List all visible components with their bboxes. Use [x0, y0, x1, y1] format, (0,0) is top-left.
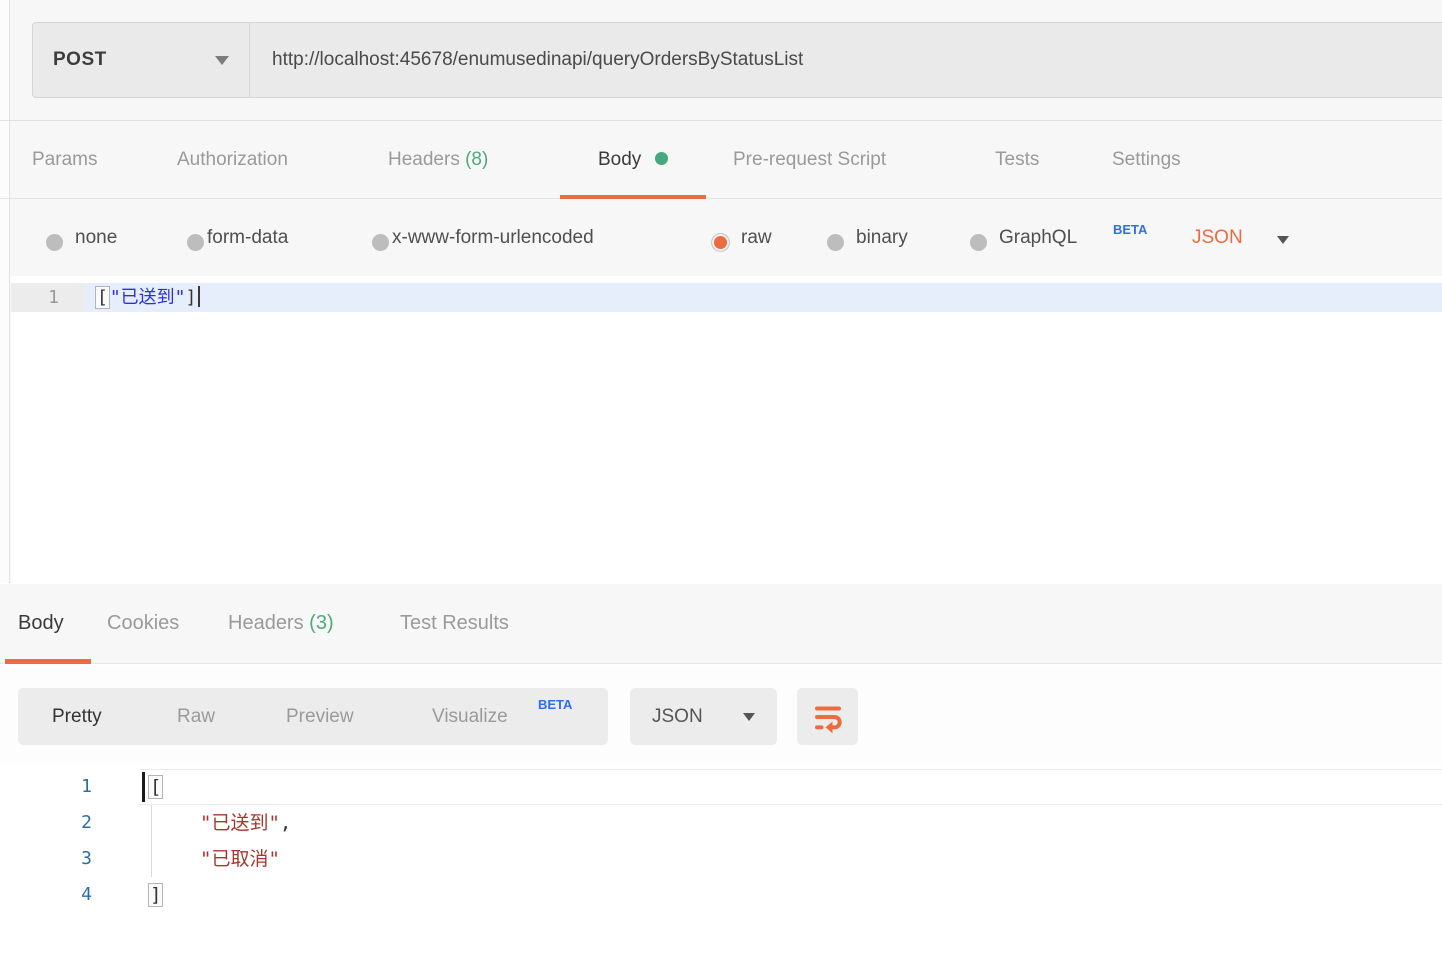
tab-label: Headers	[228, 612, 304, 634]
radio-label-graphql[interactable]: GraphQL	[999, 200, 1077, 276]
code-text: "已取消"	[200, 841, 280, 877]
request-body-editor[interactable]: 1 ["已送到"]	[11, 276, 1442, 583]
line-number: 4	[0, 877, 92, 913]
editor-active-line	[85, 283, 1442, 312]
request-tabs: Params Authorization Headers (8) Body Pr…	[0, 120, 1442, 199]
tab-settings[interactable]: Settings	[1112, 121, 1181, 199]
radio-graphql[interactable]	[970, 234, 987, 251]
raw-language-dropdown[interactable]: JSON	[1192, 200, 1243, 276]
tab-label: Headers	[388, 149, 460, 170]
radio-label-form-data[interactable]: form-data	[207, 200, 288, 276]
visualize-beta-badge: BETA	[538, 697, 572, 712]
radio-form-data[interactable]	[187, 234, 204, 251]
comma-token: ,	[280, 812, 291, 834]
postman-window: POST http://localhost:45678/enumusedinap…	[0, 0, 1442, 974]
radio-label-none[interactable]: none	[75, 200, 117, 276]
string-token: "已取消"	[200, 848, 280, 870]
line-number: 3	[0, 841, 92, 877]
active-response-tab-underline	[5, 659, 91, 664]
chevron-down-icon	[743, 713, 755, 721]
string-token: "已送到"	[200, 812, 280, 834]
request-pane: POST http://localhost:45678/enumusedinap…	[0, 0, 1442, 583]
url-input[interactable]: http://localhost:45678/enumusedinapi/que…	[250, 22, 1442, 98]
chevron-down-icon[interactable]	[1277, 236, 1289, 244]
response-tab-test-results[interactable]: Test Results	[400, 584, 509, 663]
body-set-dot-icon	[655, 152, 668, 165]
radio-label-raw[interactable]: raw	[741, 200, 772, 276]
response-line: 4 ]	[0, 877, 1442, 913]
text-cursor	[142, 772, 145, 802]
close-bracket-token: ]	[148, 883, 163, 907]
tab-tests[interactable]: Tests	[995, 121, 1039, 199]
response-body-viewer[interactable]: 1 [ 2 "已送到", 3 "已取消" 4 ]	[0, 765, 1442, 974]
response-tab-body[interactable]: Body	[18, 584, 64, 663]
open-bracket-token: [	[148, 775, 163, 799]
tab-body[interactable]: Body	[598, 121, 668, 199]
response-line: 3 "已取消"	[0, 841, 1442, 877]
radio-label-x-www-form-urlencoded[interactable]: x-www-form-urlencoded	[392, 200, 594, 276]
line-number: 1	[0, 769, 92, 805]
tab-label: Test Results	[400, 612, 509, 634]
chevron-down-icon	[215, 56, 229, 65]
wrap-text-icon	[811, 700, 845, 734]
radio-none[interactable]	[46, 234, 63, 251]
editor-line-number: 1	[11, 283, 85, 312]
response-line: 2 "已送到",	[0, 805, 1442, 841]
sidebar-edge	[0, 0, 10, 583]
active-tab-underline	[560, 195, 706, 199]
view-mode-preview[interactable]: Preview	[286, 688, 354, 745]
response-language-label: JSON	[652, 688, 703, 745]
graphql-beta-badge: BETA	[1113, 222, 1147, 237]
tab-label: Body	[598, 149, 641, 170]
response-headers-count-badge: (3)	[309, 612, 333, 634]
tab-label: Cookies	[107, 612, 179, 634]
body-mode-row: none form-data x-www-form-urlencoded raw…	[0, 200, 1442, 276]
string-token: "已送到"	[110, 287, 186, 308]
tab-label: Tests	[995, 149, 1039, 170]
tab-label: Settings	[1112, 149, 1181, 170]
tab-params[interactable]: Params	[32, 121, 97, 199]
method-label: POST	[53, 49, 107, 71]
headers-count-badge: (8)	[465, 149, 488, 170]
tab-headers[interactable]: Headers (8)	[388, 121, 488, 199]
response-pane: Body Cookies Headers (3) Test Results Pr…	[0, 584, 1442, 974]
view-mode-pretty[interactable]: Pretty	[52, 688, 102, 745]
line-number: 2	[0, 805, 92, 841]
tab-label: Body	[18, 612, 64, 634]
active-line-highlight	[140, 769, 1442, 805]
response-tabs: Body Cookies Headers (3) Test Results	[0, 584, 1442, 664]
code-text: [	[148, 769, 163, 805]
tab-pre-request-script[interactable]: Pre-request Script	[733, 121, 886, 199]
tab-label: Authorization	[177, 149, 288, 170]
response-toolbar: Pretty Raw Preview Visualize BETA JSON	[0, 665, 1442, 765]
radio-raw-selected[interactable]	[712, 234, 729, 251]
tab-authorization[interactable]: Authorization	[177, 121, 288, 199]
url-bar: POST http://localhost:45678/enumusedinap…	[32, 22, 1442, 98]
response-tab-headers[interactable]: Headers (3)	[228, 584, 334, 663]
close-bracket-token: ]	[186, 287, 197, 308]
radio-label-binary[interactable]: binary	[856, 200, 908, 276]
code-text: "已送到",	[200, 805, 291, 841]
tab-label: Params	[32, 149, 97, 170]
code-text: ]	[148, 877, 163, 913]
response-line: 1 [	[0, 769, 1442, 805]
tab-label: Pre-request Script	[733, 149, 886, 170]
view-mode-raw[interactable]: Raw	[177, 688, 215, 745]
url-text: http://localhost:45678/enumusedinapi/que…	[272, 49, 803, 71]
radio-binary[interactable]	[827, 234, 844, 251]
radio-x-www-form-urlencoded[interactable]	[372, 234, 389, 251]
wrap-lines-button[interactable]	[797, 688, 858, 745]
response-tab-cookies[interactable]: Cookies	[107, 584, 179, 663]
editor-code-line: ["已送到"]	[95, 283, 200, 312]
response-language-dropdown[interactable]: JSON	[630, 688, 777, 745]
view-mode-visualize[interactable]: Visualize	[432, 688, 508, 745]
text-cursor	[198, 286, 200, 307]
method-dropdown[interactable]: POST	[32, 22, 250, 98]
view-mode-group: Pretty Raw Preview Visualize BETA	[18, 688, 608, 745]
open-bracket-token: [	[95, 286, 110, 309]
